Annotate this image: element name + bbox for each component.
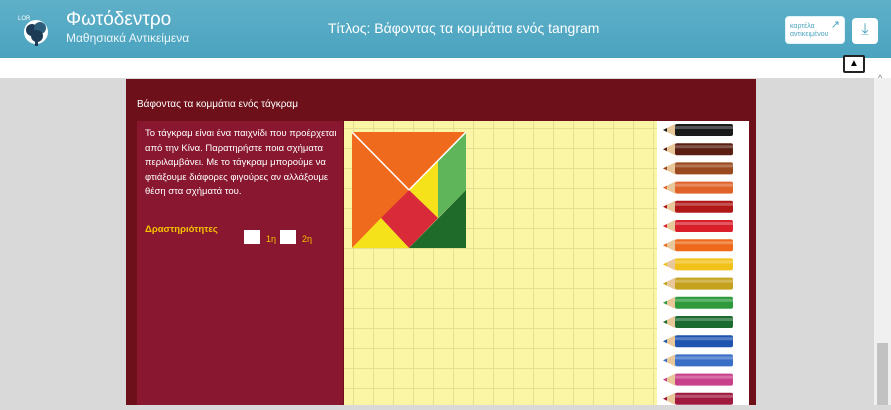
scrollbar-thumb[interactable]	[877, 343, 888, 405]
pencil-color-8[interactable]	[663, 258, 733, 271]
pencil-color-13[interactable]	[663, 354, 733, 367]
brand: Φωτόδεντρο Μαθησιακά Αντικείμενα	[66, 9, 189, 45]
activity-1-label: 1η	[266, 234, 277, 244]
pencil-color-2[interactable]	[663, 143, 733, 156]
activity-heading: Βάφοντας τα κομμάτια ενός τάγκραμ	[137, 99, 298, 110]
toolbar-strip	[0, 58, 891, 78]
photodentro-logo[interactable]: LOR	[14, 10, 62, 50]
object-card-label-2: αντικειμένου	[790, 31, 829, 38]
pencil-color-7[interactable]	[663, 239, 733, 252]
pencil-color-5[interactable]	[663, 200, 733, 213]
triangle-up-icon: ▲	[849, 58, 859, 69]
pencil-palette	[657, 121, 749, 405]
activity-2-label: 2η	[302, 234, 313, 244]
pencil-palette-svg	[663, 124, 733, 405]
svg-text:LOR: LOR	[18, 16, 31, 22]
scroll-up-arrow-icon[interactable]: ^	[878, 73, 882, 83]
activity-1-checkbox[interactable]	[244, 230, 260, 244]
activity-description: Το τάγκραμ είναι ένα παιχνίδι που προέρχ…	[145, 128, 337, 197]
external-link-icon: ↗	[830, 19, 840, 31]
pencil-color-6[interactable]	[663, 220, 733, 232]
collapse-up-button[interactable]: ▲	[843, 55, 865, 73]
page-title: Τίτλος: Βάφοντας τα κομμάτια ενός tangra…	[328, 20, 600, 36]
pencil-color-10[interactable]	[663, 296, 733, 309]
pencil-color-4[interactable]	[663, 181, 733, 194]
pencil-color-12[interactable]	[663, 335, 733, 348]
brand-subtitle: Μαθησιακά Αντικείμενα	[66, 31, 190, 45]
pencil-color-9[interactable]	[663, 277, 733, 290]
pencil-color-14[interactable]	[663, 373, 733, 386]
activity-2-checkbox[interactable]	[280, 230, 296, 244]
pencil-color-15[interactable]	[663, 392, 733, 405]
brand-name: Φωτόδεντρο	[66, 9, 172, 30]
pencil-color-3[interactable]	[663, 162, 733, 175]
activities-label: Δραστηριότητες	[145, 224, 218, 235]
object-card-button[interactable]: καρτέλα αντικειμένου ↗	[785, 16, 845, 44]
pencil-color-11[interactable]	[663, 316, 733, 328]
tangram-puzzle[interactable]	[352, 132, 466, 248]
download-icon: ⤓	[861, 21, 869, 38]
pencil-color-1[interactable]	[663, 124, 733, 136]
download-button[interactable]: ⤓	[852, 18, 878, 44]
